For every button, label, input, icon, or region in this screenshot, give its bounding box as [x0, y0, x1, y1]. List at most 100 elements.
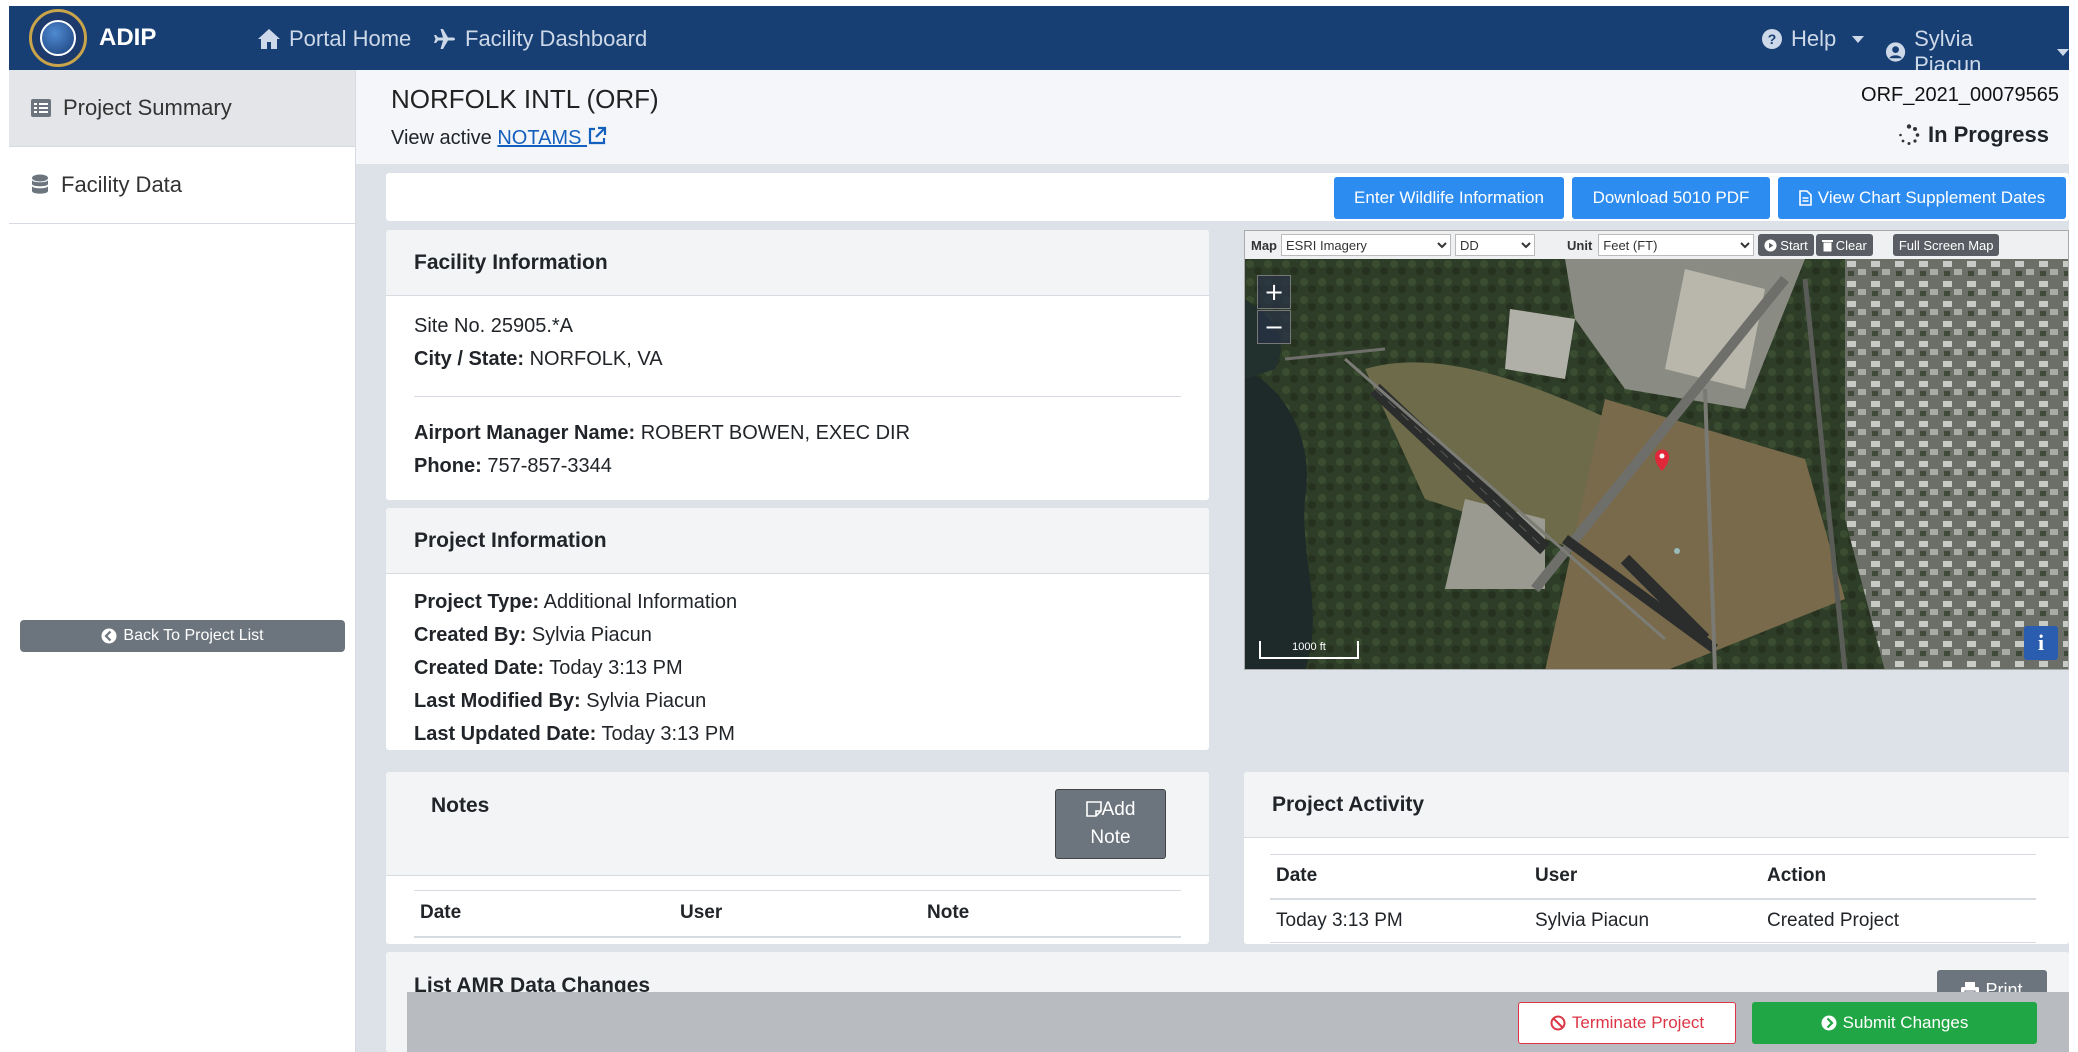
chevron-down-icon	[2057, 48, 2069, 56]
facility-information-card: Facility Information Site No. 25905.*A C…	[386, 230, 1209, 500]
database-icon	[32, 174, 48, 194]
updated-date-row: Last Updated Date: Today 3:13 PM	[414, 718, 1181, 750]
facility-dashboard-label: Facility Dashboard	[465, 26, 648, 51]
external-link-icon	[588, 126, 607, 145]
project-activity-card: Project Activity Date User Action Today …	[1244, 772, 2069, 944]
chevron-down-icon	[1852, 35, 1865, 43]
download-5010-button[interactable]: Download 5010 PDF	[1572, 177, 1770, 219]
back-to-project-list-button[interactable]: Back To Project List	[20, 620, 345, 652]
add-note-button[interactable]: Add Note	[1055, 789, 1166, 859]
phone-label: Phone:	[414, 455, 482, 477]
action-bar: Enter Wildlife Information Download 5010…	[386, 173, 2069, 221]
zoom-in-button[interactable]: +	[1257, 275, 1291, 309]
activity-column-date: Date	[1276, 865, 1318, 887]
brand-name[interactable]: ADIP	[99, 24, 156, 52]
question-circle-icon: ?	[1762, 29, 1782, 49]
created-by-value: Sylvia Piacun	[531, 624, 652, 646]
portal-home-link[interactable]: Portal Home	[257, 26, 411, 52]
notes-title: Notes	[431, 794, 490, 817]
page-title: NORFOLK INTL (ORF)	[391, 84, 659, 114]
created-by-row: Created By: Sylvia Piacun	[414, 619, 1181, 652]
project-type-row: Project Type: Additional Information	[414, 586, 1181, 619]
zoom-out-button[interactable]: −	[1257, 310, 1291, 344]
created-date-row: Created Date: Today 3:13 PM	[414, 652, 1181, 685]
unit-select[interactable]: Feet (FT)	[1598, 234, 1755, 256]
start-label: Start	[1780, 237, 1808, 253]
submit-changes-button[interactable]: Submit Changes	[1752, 1002, 2037, 1044]
sidebar-item-label: Project Summary	[63, 95, 232, 120]
home-icon	[258, 29, 280, 49]
notams-link-label: NOTAMS	[497, 127, 582, 149]
facility-information-body: Site No. 25905.*A City / State: NORFOLK,…	[386, 296, 1209, 497]
measure-start-button[interactable]: Start	[1758, 234, 1814, 256]
chart-supplement-label: View Chart Supplement Dates	[1817, 188, 2046, 207]
coordinate-format-select[interactable]: DD	[1455, 234, 1535, 256]
play-circle-icon	[1764, 238, 1777, 252]
updated-date-label: Last Updated Date:	[414, 723, 597, 745]
notes-card: Notes Add Note Date User Note	[386, 772, 1209, 944]
submit-label: Submit Changes	[1842, 1013, 1969, 1032]
satellite-imagery	[1245, 259, 2068, 669]
project-information-body: Project Type: Additional Information Cre…	[386, 574, 1209, 750]
bottom-action-bar: Terminate Project Submit Changes	[407, 992, 2069, 1052]
airport-map[interactable]: Map ESRI Imagery DD Unit Feet (FT) Start…	[1244, 230, 2069, 670]
arrow-circle-right-icon	[1821, 1015, 1837, 1031]
project-type-value: Additional Information	[543, 591, 738, 613]
created-by-label: Created By:	[414, 624, 527, 646]
top-navbar: ADIP Portal Home Facility Dashboard ? He…	[9, 6, 2069, 77]
activity-date: Today 3:13 PM	[1276, 909, 1403, 931]
updated-date-value: Today 3:13 PM	[601, 723, 735, 745]
clear-label: Clear	[1835, 237, 1867, 253]
list-icon	[31, 99, 51, 117]
notams-line: View active NOTAMS	[391, 126, 607, 150]
modified-by-label: Last Modified By:	[414, 690, 581, 712]
full-screen-map-button[interactable]: Full Screen Map	[1892, 234, 2000, 256]
manager-row: Airport Manager Name: ROBERT BOWEN, EXEC…	[414, 417, 1181, 450]
facility-information-title: Facility Information	[386, 230, 1209, 296]
help-dropdown[interactable]: ? Help	[1761, 26, 1865, 52]
faa-logo[interactable]	[29, 9, 87, 67]
notes-header-row: Date User Note	[414, 890, 1181, 937]
unit-label: Unit	[1567, 237, 1593, 253]
activity-column-user: User	[1535, 865, 1578, 887]
sidebar-item-facility-data[interactable]: Facility Data	[9, 147, 355, 224]
notams-link[interactable]: NOTAMS	[497, 126, 607, 149]
spinner-icon	[1899, 124, 1920, 145]
terminate-project-button[interactable]: Terminate Project	[1518, 1002, 1736, 1044]
enter-wildlife-button[interactable]: Enter Wildlife Information	[1334, 177, 1564, 219]
table-row: Today 3:13 PM Sylvia Piacun Created Proj…	[1270, 899, 2036, 943]
manager-value: ROBERT BOWEN, EXEC DIR	[640, 422, 911, 444]
notes-column-note: Note	[927, 902, 970, 924]
map-toolbar: Map ESRI Imagery DD Unit Feet (FT) Start…	[1245, 231, 2068, 259]
notes-column-date: Date	[420, 902, 462, 924]
view-chart-supplement-button[interactable]: View Chart Supplement Dates	[1778, 177, 2066, 219]
notams-prefix: View active	[391, 127, 492, 149]
map-scale-bar: 1000 ft	[1259, 641, 1359, 659]
map-layer-select[interactable]: ESRI Imagery	[1281, 234, 1451, 256]
sticky-note-icon	[1085, 801, 1102, 817]
back-label: Back To Project List	[123, 627, 264, 644]
city-state-label: City / State:	[414, 348, 525, 370]
terminate-label: Terminate Project	[1571, 1013, 1705, 1032]
sidebar: Project Summary Facility Data Back To Pr…	[9, 70, 356, 1052]
arrow-circle-left-icon	[101, 628, 117, 644]
activity-header-row: Date User Action	[1270, 854, 2036, 899]
sidebar-item-project-summary[interactable]: Project Summary	[9, 70, 355, 147]
divider	[414, 396, 1181, 397]
measure-clear-button[interactable]: Clear	[1815, 234, 1873, 256]
created-date-value: Today 3:13 PM	[549, 657, 683, 679]
project-id: ORF_2021_00079565	[1861, 84, 2059, 106]
facility-dashboard-link[interactable]: Facility Dashboard	[433, 26, 647, 52]
created-date-label: Created Date:	[414, 657, 545, 679]
notes-column-user: User	[680, 902, 723, 924]
trash-icon	[1821, 239, 1833, 251]
notes-header: Notes Add Note	[386, 772, 1209, 876]
project-type-label: Project Type:	[414, 591, 540, 613]
user-circle-icon	[1885, 42, 1906, 62]
map-info-button[interactable]: i	[2024, 626, 2058, 660]
activity-user: Sylvia Piacun	[1535, 909, 1650, 931]
project-activity-title: Project Activity	[1244, 772, 2069, 838]
manager-label: Airport Manager Name:	[414, 422, 636, 444]
sidebar-item-label: Facility Data	[61, 172, 183, 197]
project-information-title: Project Information	[386, 508, 1209, 574]
